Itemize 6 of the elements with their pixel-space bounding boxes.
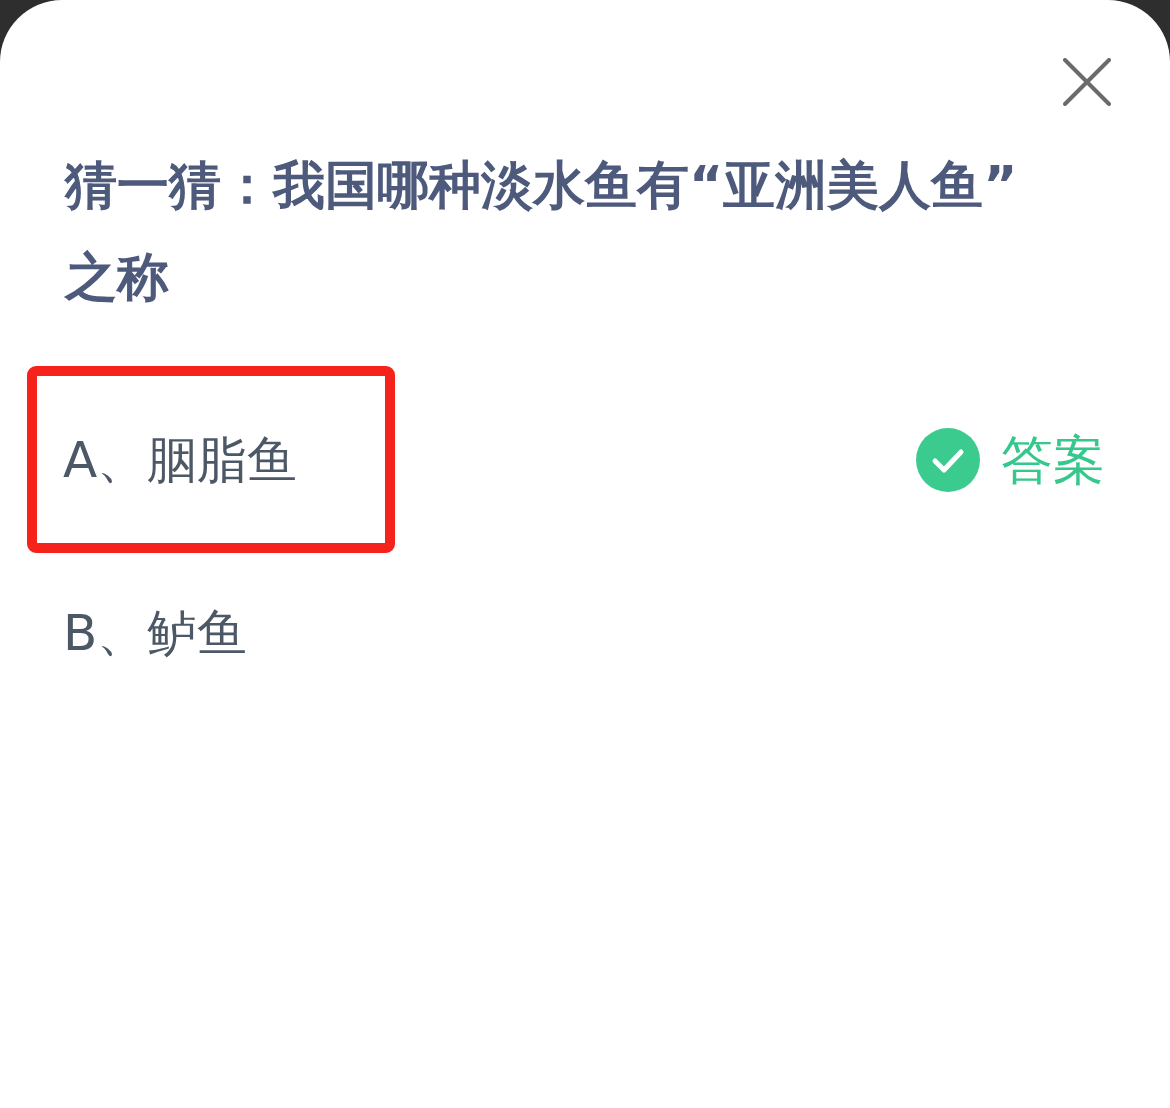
answer-label: 答案: [1001, 429, 1105, 490]
option-text[interactable]: A、胭脂鱼: [63, 429, 298, 490]
close-icon: [1063, 58, 1111, 106]
option-text[interactable]: B、鲈鱼: [63, 602, 248, 663]
close-button[interactable]: [1063, 58, 1111, 106]
question-text: 猜一猜：我国哪种淡水鱼有“亚洲美人鱼”之称: [65, 154, 1019, 309]
